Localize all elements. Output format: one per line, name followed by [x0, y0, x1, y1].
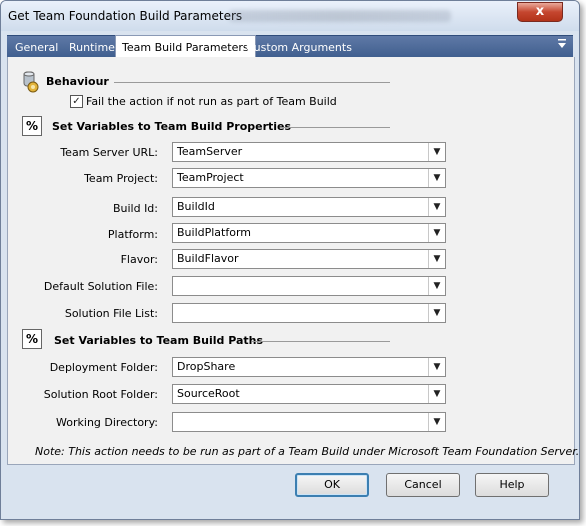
- build-id-combo[interactable]: BuildId ▼: [172, 197, 446, 217]
- chevron-down-icon[interactable]: ▼: [428, 304, 445, 322]
- ok-button[interactable]: OK: [295, 473, 369, 497]
- team-project-label: Team Project:: [84, 172, 158, 185]
- build-id-value: BuildId: [177, 200, 215, 213]
- team-project-combo[interactable]: TeamProject ▼: [172, 168, 446, 188]
- chevron-down-icon[interactable]: ▼: [428, 358, 445, 376]
- paths-divider: [252, 341, 390, 342]
- chevron-down-icon[interactable]: ▼: [428, 385, 445, 403]
- build-id-label: Build Id:: [112, 202, 158, 215]
- window-title: Get Team Foundation Build Parameters: [8, 9, 243, 23]
- chevron-down-icon[interactable]: ▼: [428, 224, 445, 242]
- behaviour-divider: [114, 82, 390, 83]
- tab-general[interactable]: General: [9, 37, 64, 58]
- gear-cylinder-icon: [20, 71, 40, 93]
- working-directory-label: Working Directory:: [56, 416, 158, 429]
- working-directory-combo[interactable]: ▼: [172, 412, 446, 432]
- team-build-note: Note: This action needs to be run as par…: [35, 445, 580, 458]
- fail-if-not-team-build-checkbox[interactable]: ✓: [70, 95, 83, 108]
- chevron-down-icon[interactable]: ▼: [428, 169, 445, 187]
- tab-menu-icon[interactable]: [557, 38, 567, 53]
- redacted-title-text: [229, 10, 451, 22]
- deployment-folder-label: Deployment Folder:: [49, 361, 158, 374]
- close-button[interactable]: x: [517, 2, 563, 22]
- solution-root-folder-combo[interactable]: SourceRoot ▼: [172, 384, 446, 404]
- team-server-url-label: Team Server URL:: [60, 146, 158, 159]
- solution-file-list-label: Solution File List:: [64, 307, 158, 320]
- team-project-value: TeamProject: [177, 171, 244, 184]
- solution-root-folder-value: SourceRoot: [177, 387, 240, 400]
- team-server-url-value: TeamServer: [177, 145, 243, 158]
- title-bar[interactable]: Get Team Foundation Build Parameters x: [1, 1, 579, 31]
- chevron-down-icon[interactable]: ▼: [428, 198, 445, 216]
- flavor-value: BuildFlavor: [177, 252, 239, 265]
- behaviour-title: Behaviour: [46, 75, 109, 88]
- solution-file-list-combo[interactable]: ▼: [172, 303, 446, 323]
- deployment-folder-combo[interactable]: DropShare ▼: [172, 357, 446, 377]
- fail-if-not-team-build-label: Fail the action if not run as part of Te…: [86, 95, 337, 108]
- platform-value: BuildPlatform: [177, 226, 252, 239]
- default-solution-file-combo[interactable]: ▼: [172, 276, 446, 296]
- platform-combo[interactable]: BuildPlatform ▼: [172, 223, 446, 243]
- tab-runtime[interactable]: Runtime: [63, 37, 121, 58]
- properties-divider: [280, 127, 390, 128]
- properties-section-title: Set Variables to Team Build Properties: [52, 120, 292, 133]
- cancel-button[interactable]: Cancel: [386, 473, 460, 497]
- flavor-combo[interactable]: BuildFlavor ▼: [172, 249, 446, 269]
- chevron-down-icon[interactable]: ▼: [428, 413, 445, 431]
- team-server-url-combo[interactable]: TeamServer ▼: [172, 142, 446, 162]
- percent-icon: %: [22, 329, 42, 349]
- default-solution-file-label: Default Solution File:: [43, 280, 158, 293]
- dialog-window: Get Team Foundation Build Parameters x G…: [0, 0, 580, 520]
- chevron-down-icon[interactable]: ▼: [428, 277, 445, 295]
- chevron-down-icon[interactable]: ▼: [428, 143, 445, 161]
- paths-section-title: Set Variables to Team Build Paths: [54, 334, 264, 347]
- deployment-folder-value: DropShare: [177, 360, 236, 373]
- tab-custom-arguments[interactable]: Custom Arguments: [240, 37, 358, 58]
- chevron-down-icon[interactable]: ▼: [428, 250, 445, 268]
- tab-strip: General Runtime Team Build Parameters Cu…: [7, 35, 573, 59]
- solution-root-folder-label: Solution Root Folder:: [43, 388, 158, 401]
- flavor-label: Flavor:: [120, 253, 158, 266]
- help-button[interactable]: Help: [475, 473, 549, 497]
- tab-team-build-parameters[interactable]: Team Build Parameters: [115, 35, 256, 59]
- platform-label: Platform:: [107, 228, 158, 241]
- percent-icon: %: [22, 116, 42, 136]
- tab-panel: Behaviour ✓ Fail the action if not run a…: [7, 57, 575, 465]
